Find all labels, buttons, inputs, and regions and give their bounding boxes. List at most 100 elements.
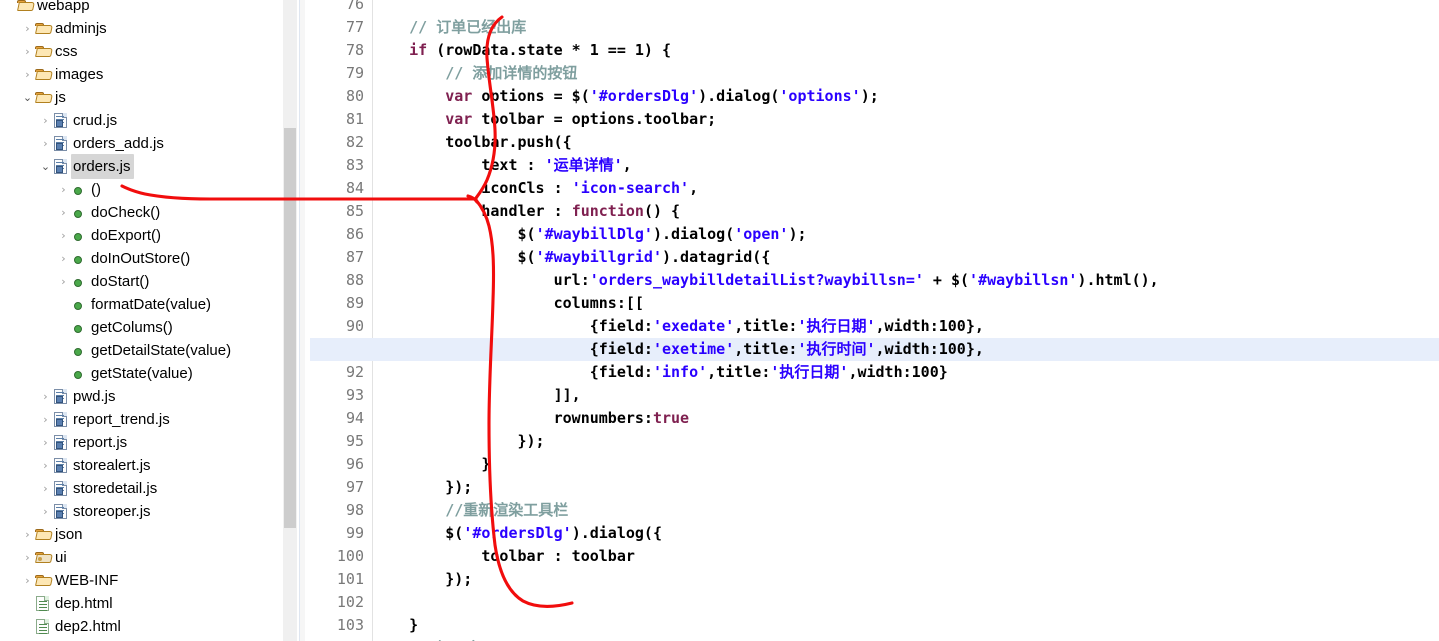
tree-item-label: storedetail.js	[73, 480, 158, 497]
code-line[interactable]: {field:'exedate',title:'执行日期',width:100}…	[373, 315, 984, 338]
code-line[interactable]: if (rowData.state * 1 == 1) {	[373, 39, 671, 62]
code-line[interactable]: });	[373, 430, 544, 453]
chevron-right-icon[interactable]: ›	[21, 569, 34, 592]
code-line[interactable]: text : '运单详情',	[373, 154, 631, 177]
tree-item-storeoper-js[interactable]: › storeoper.js	[0, 500, 154, 523]
tree-item-adminjs[interactable]: › adminjs	[0, 17, 110, 40]
tree-item-docheck[interactable]: › doCheck()	[0, 201, 163, 224]
chevron-right-icon[interactable]: ›	[39, 385, 52, 408]
code-line[interactable]: toolbar.push({	[373, 131, 571, 154]
chevron-right-icon[interactable]: ›	[21, 63, 34, 86]
method-icon	[70, 201, 89, 224]
tree-item-storealert-js[interactable]: › storealert.js	[0, 454, 154, 477]
chevron-right-icon[interactable]: ›	[57, 201, 70, 224]
tree-item-doexport[interactable]: › doExport()	[0, 224, 164, 247]
code-line[interactable]: url:'orders_waybilldetailList?waybillsn=…	[373, 269, 1159, 292]
code-line[interactable]: // 添加详情的按钮	[373, 62, 577, 85]
tree-item-report-js[interactable]: › report.js	[0, 431, 130, 454]
code-line[interactable]: var toolbar = options.toolbar;	[373, 108, 716, 131]
code-line[interactable]: });	[373, 568, 472, 591]
code-line[interactable]: });	[373, 476, 472, 499]
chevron-right-icon[interactable]: ›	[39, 408, 52, 431]
ide-window: ›webapp›adminjs›css›images⌄js›crud.js›or…	[0, 0, 1439, 641]
tree-item-getstate-value[interactable]: ›getState(value)	[0, 362, 196, 385]
line-number: 90	[345, 317, 364, 335]
code-line[interactable]: $('#waybillgrid').datagrid({	[373, 246, 770, 269]
code-line[interactable]: columns:[[	[373, 292, 644, 315]
code-token-st: '执行日期'	[797, 317, 876, 335]
code-line[interactable]: rownumbers:true	[373, 407, 689, 430]
tree-item-storedetail-js[interactable]: › storedetail.js	[0, 477, 160, 500]
line-number: 85	[345, 202, 364, 220]
tree-item-label: images	[55, 66, 104, 83]
code-token-tx	[373, 87, 445, 105]
code-token-tx: options = $(	[472, 87, 590, 105]
chevron-right-icon[interactable]: ›	[21, 17, 34, 40]
code-line[interactable]: handler : function() {	[373, 200, 680, 223]
code-line[interactable]: //重新渲染工具栏	[373, 499, 568, 522]
code-line[interactable]: var options = $('#ordersDlg').dialog('op…	[373, 85, 879, 108]
tree-item-images[interactable]: › images	[0, 63, 106, 86]
chevron-right-icon[interactable]: ›	[57, 270, 70, 293]
chevron-right-icon[interactable]: ›	[39, 431, 52, 454]
tree-item-ui[interactable]: › ui	[0, 546, 70, 569]
code-line[interactable]: $('#ordersDlg').dialog({	[373, 522, 662, 545]
chevron-right-icon[interactable]: ›	[39, 500, 52, 523]
tree-item-json[interactable]: › json	[0, 523, 86, 546]
chevron-down-icon[interactable]: ⌄	[39, 155, 52, 178]
code-line-current[interactable]: {field:'exetime',title:'执行时间',width:100}…	[310, 338, 1439, 361]
folder-open-icon	[34, 523, 53, 546]
code-line[interactable]: }	[373, 453, 490, 476]
project-explorer[interactable]: ›webapp›adminjs›css›images⌄js›crud.js›or…	[0, 0, 283, 641]
code-token-tx: handler :	[373, 202, 572, 220]
chevron-down-icon[interactable]: ⌄	[21, 86, 34, 109]
tree-item-getcolums[interactable]: ›getColums()	[0, 316, 176, 339]
tree-item-webapp[interactable]: ›webapp	[0, 0, 93, 17]
chevron-right-icon[interactable]: ›	[39, 454, 52, 477]
code-editor[interactable]: 7677787980818283848586878889909192939495…	[310, 0, 1439, 641]
tree-item-[interactable]: › ()	[0, 178, 104, 201]
chevron-right-icon[interactable]: ›	[21, 546, 34, 569]
tree-item-getdetailstate-value[interactable]: ›getDetailState(value)	[0, 339, 234, 362]
code-line[interactable]: ]],	[373, 384, 581, 407]
code-line[interactable]: {field:'info',title:'执行日期',width:100}	[373, 361, 948, 384]
code-token-st: '#ordersDlg'	[589, 87, 699, 105]
tree-item-pwd-js[interactable]: › pwd.js	[0, 385, 119, 408]
code-line[interactable]: $('#waybillDlg').dialog('open');	[373, 223, 806, 246]
code-token-cm: // 添加详情的按钮	[445, 64, 578, 82]
explorer-scrollbar-thumb[interactable]	[284, 128, 296, 528]
chevron-right-icon[interactable]: ›	[57, 178, 70, 201]
chevron-right-icon[interactable]: ›	[21, 40, 34, 63]
chevron-right-icon[interactable]: ›	[57, 247, 70, 270]
tree-item-dep-html[interactable]: ›dep.html	[0, 592, 116, 615]
code-token-tx: ).dialog({	[571, 524, 662, 542]
code-text-area[interactable]: // 订单已经出库 if (rowData.state * 1 == 1) { …	[310, 0, 1439, 641]
code-line[interactable]: // 打开窗口	[373, 637, 496, 641]
tree-item-doinoutstore[interactable]: › doInOutStore()	[0, 247, 193, 270]
chevron-right-icon[interactable]: ›	[39, 109, 52, 132]
tree-item-formatdate-value[interactable]: ›formatDate(value)	[0, 293, 214, 316]
chevron-right-icon[interactable]: ›	[57, 224, 70, 247]
code-line[interactable]: toolbar : toolbar	[373, 545, 635, 568]
tree-item-web-inf[interactable]: › WEB-INF	[0, 569, 121, 592]
tree-item-orders-add-js[interactable]: › orders_add.js	[0, 132, 167, 155]
tree-item-report-trend-js[interactable]: › report_trend.js	[0, 408, 173, 431]
tree-item-dostart[interactable]: › doStart()	[0, 270, 152, 293]
tree-item-label: getColums()	[91, 319, 173, 336]
tree-item-js[interactable]: ⌄ js	[0, 86, 69, 109]
code-line[interactable]: }	[373, 614, 418, 637]
code-line[interactable]: // 订单已经出库	[373, 16, 526, 39]
tree-item-crud-js[interactable]: › crud.js	[0, 109, 120, 132]
chevron-right-icon[interactable]: ›	[39, 477, 52, 500]
code-token-tx: + $(	[923, 271, 970, 289]
method-icon	[70, 293, 89, 316]
tree-item-dep2-html[interactable]: ›dep2.html	[0, 615, 124, 638]
chevron-right-icon[interactable]: ›	[21, 523, 34, 546]
tree-item-css[interactable]: › css	[0, 40, 81, 63]
chevron-right-icon[interactable]: ›	[39, 132, 52, 155]
folder-open-icon	[34, 86, 53, 109]
line-number: 104	[337, 637, 364, 641]
line-number: 88	[345, 271, 364, 289]
tree-item-orders-js[interactable]: ⌄ orders.js	[0, 154, 134, 179]
code-line[interactable]: iconCls : 'icon-search',	[373, 177, 698, 200]
